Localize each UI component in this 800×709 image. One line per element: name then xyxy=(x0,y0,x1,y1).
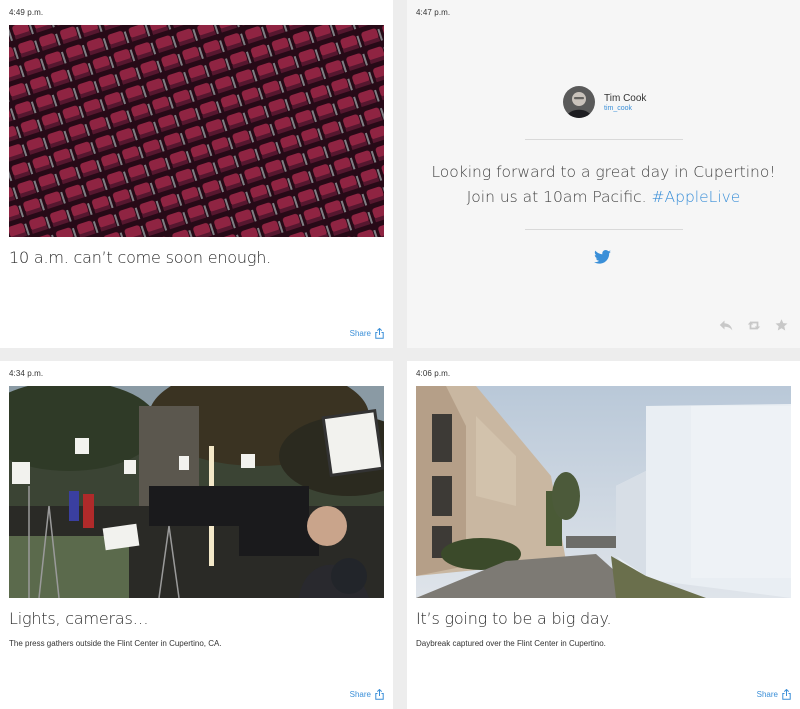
flint-center-daybreak-photo[interactable] xyxy=(416,386,791,598)
share-button[interactable]: Share xyxy=(757,689,791,700)
post-caption: It’s going to be a big day. xyxy=(416,609,612,628)
hashtag-link[interactable]: #AppleLive xyxy=(652,188,741,206)
divider xyxy=(525,139,683,140)
share-label: Share xyxy=(349,690,371,699)
tweet-author-name[interactable]: Tim Cook xyxy=(604,93,646,104)
tweet-actions xyxy=(719,318,788,336)
post-timestamp: 4:47 p.m. xyxy=(416,8,451,17)
retweet-icon[interactable] xyxy=(747,318,761,336)
post-card-tweet: 4:47 p.m. Tim Cook tim_cook Looking forw… xyxy=(407,0,800,348)
press-gathering-photo[interactable] xyxy=(9,386,384,598)
share-icon xyxy=(782,689,791,700)
post-timestamp: 4:34 p.m. xyxy=(9,369,44,378)
twitter-bird-icon xyxy=(594,250,611,269)
share-icon xyxy=(375,328,384,339)
share-button[interactable]: Share xyxy=(350,689,384,700)
tweet-author-handle[interactable]: tim_cook xyxy=(604,105,632,112)
post-card-daybreak: 4:06 p.m. It’s going to be a big day. Da… xyxy=(407,361,800,709)
share-icon xyxy=(375,689,384,700)
post-card-seats: 4:49 p.m. 10 a.m. can’t come soon enough… xyxy=(0,0,393,348)
divider xyxy=(525,229,683,230)
auditorium-seats-photo[interactable] xyxy=(9,25,384,237)
post-subcaption: The press gathers outside the Flint Cent… xyxy=(9,639,222,648)
post-subcaption: Daybreak captured over the Flint Center … xyxy=(416,639,606,648)
tweet-text-line2: Join us at 10am Pacific. #AppleLive xyxy=(407,185,800,210)
post-timestamp: 4:06 p.m. xyxy=(416,369,451,378)
post-timestamp: 4:49 p.m. xyxy=(9,8,44,17)
reply-icon[interactable] xyxy=(719,318,733,336)
avatar[interactable] xyxy=(563,86,595,118)
share-label: Share xyxy=(349,329,371,338)
tweet-text: Looking forward to a great day in Cupert… xyxy=(407,160,800,210)
tweet-text-line1: Looking forward to a great day in Cupert… xyxy=(431,163,776,181)
share-label: Share xyxy=(756,690,778,699)
post-caption: Lights, cameras… xyxy=(9,609,149,628)
post-card-press: 4:34 p.m. Lights, cameras… The press gat… xyxy=(0,361,393,709)
tweet-text-line2-body: Join us at 10am Pacific. xyxy=(466,188,647,206)
favorite-star-icon[interactable] xyxy=(775,318,788,336)
share-button[interactable]: Share xyxy=(350,328,384,339)
post-caption: 10 a.m. can’t come soon enough. xyxy=(9,248,272,267)
